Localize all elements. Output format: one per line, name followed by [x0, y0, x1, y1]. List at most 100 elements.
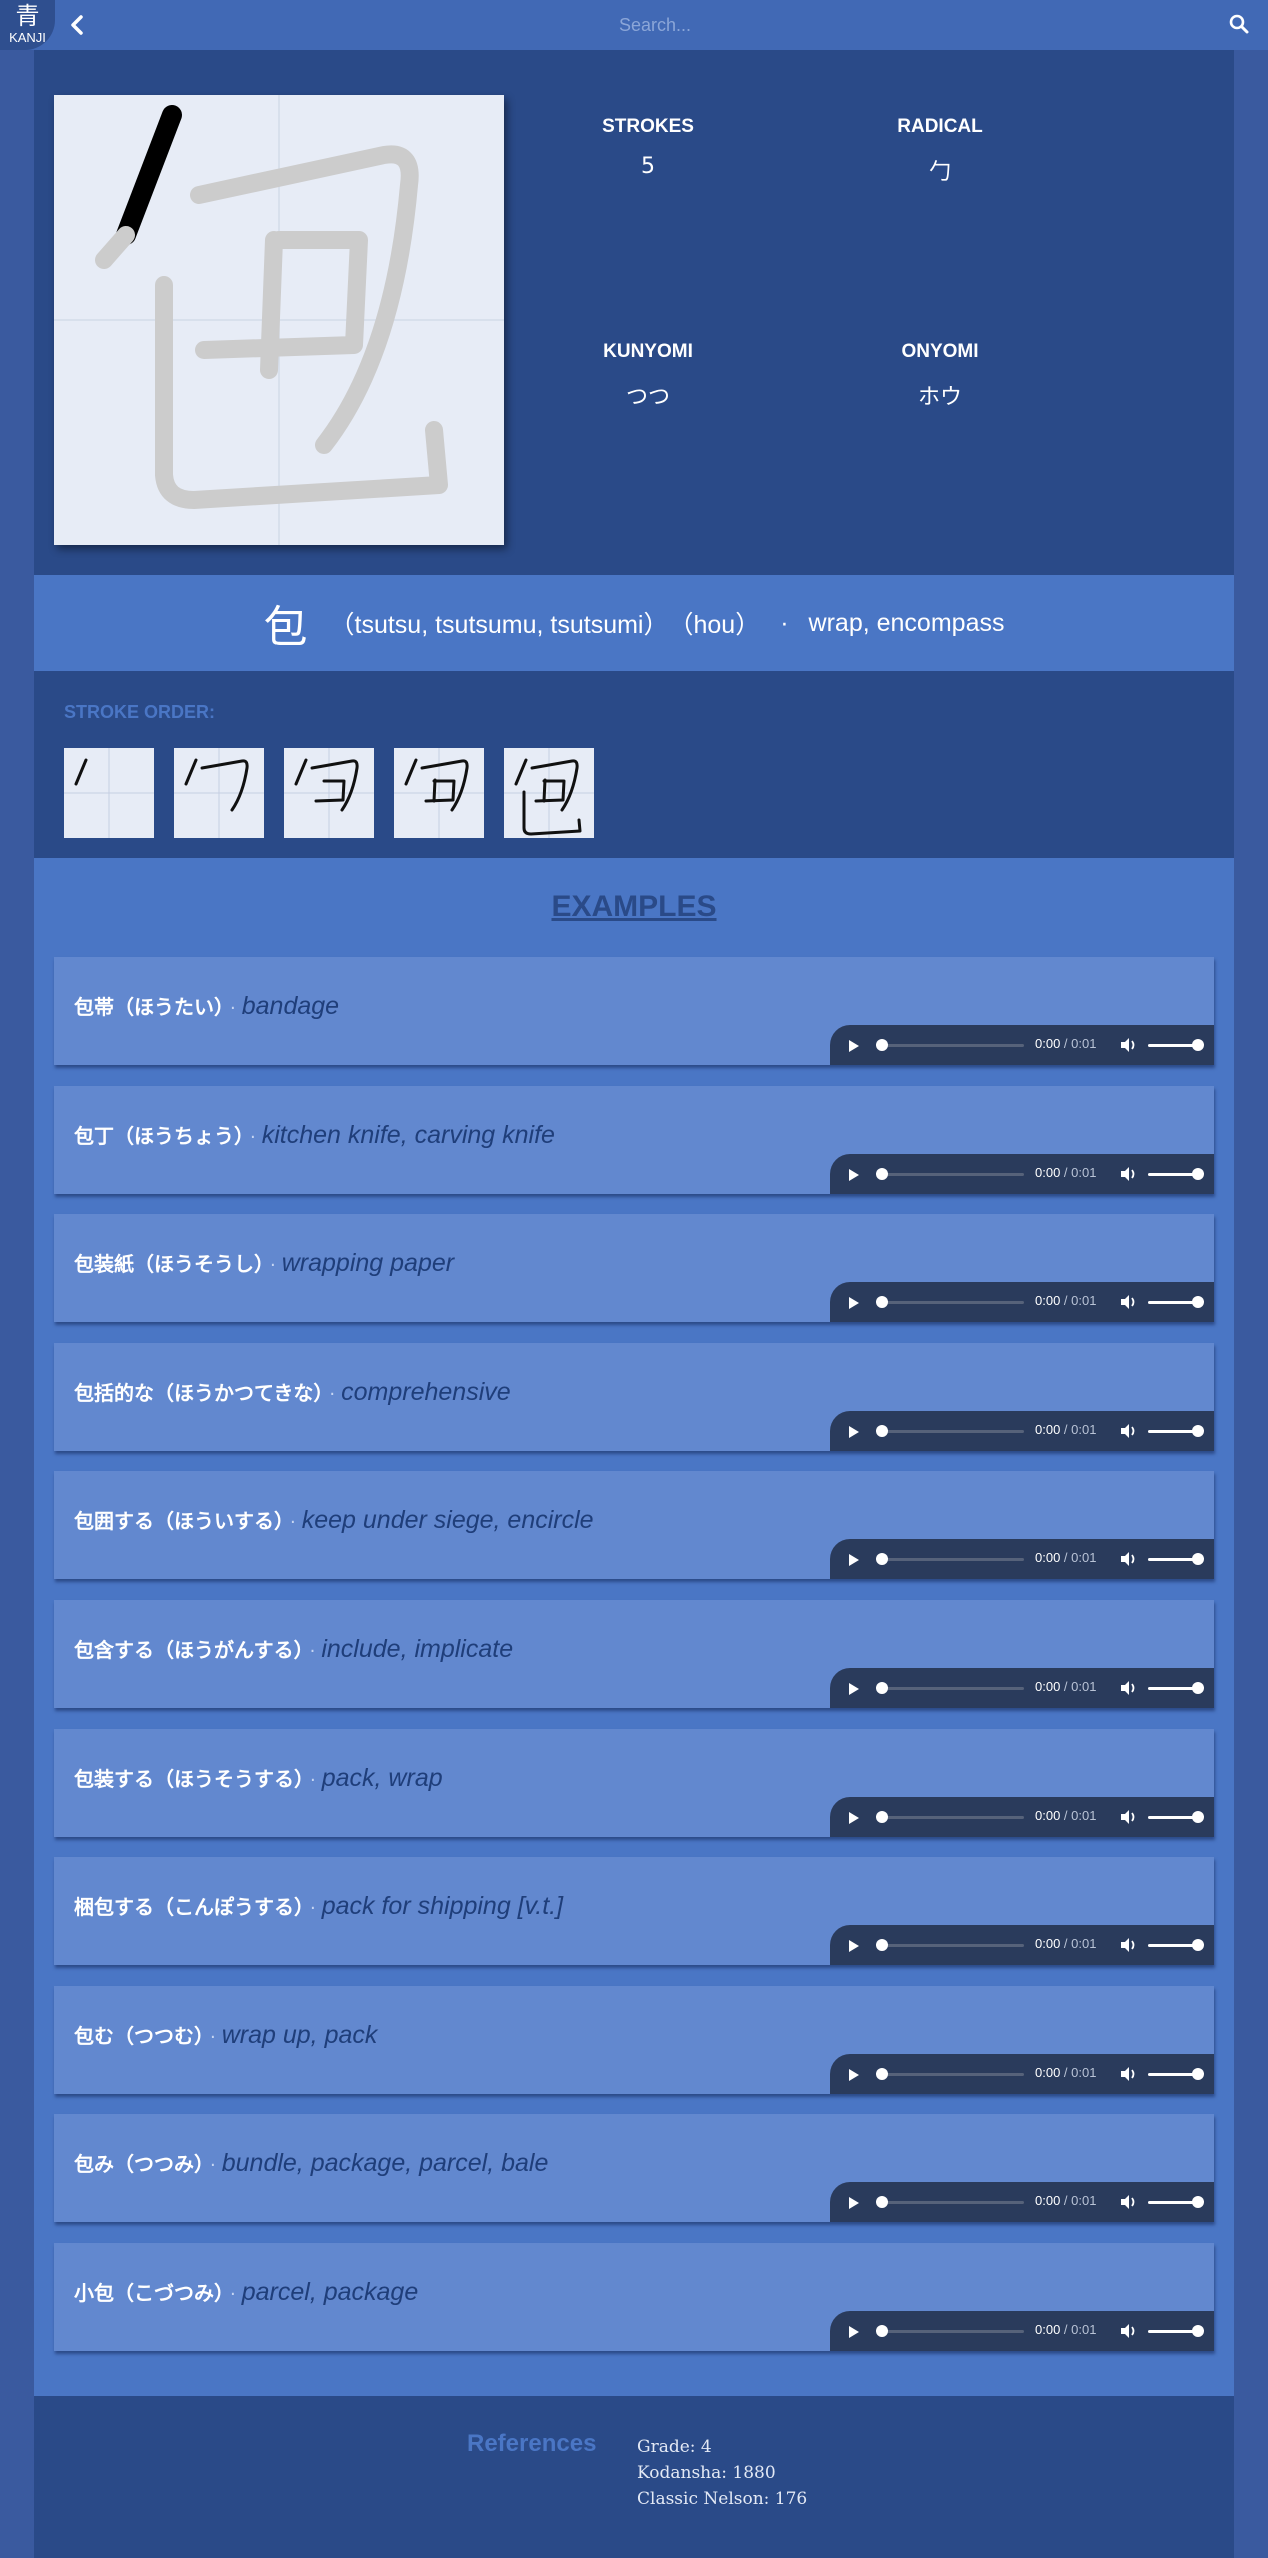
app-logo[interactable]: 青 KANJI [0, 0, 55, 50]
volume-slider[interactable] [1148, 1429, 1198, 1433]
volume-handle[interactable] [1192, 2325, 1204, 2337]
seek-bar[interactable] [880, 2330, 1024, 2333]
stroke-order-step [284, 748, 374, 838]
example-text: 梱包する（こんぽうする） · pack for shipping [v.t.] [74, 1891, 563, 1921]
volume-slider[interactable] [1148, 1944, 1198, 1948]
seek-handle[interactable] [876, 1167, 888, 1180]
play-icon[interactable] [844, 1937, 862, 1955]
volume-icon[interactable] [1118, 1807, 1138, 1827]
volume-handle[interactable] [1192, 1424, 1204, 1437]
volume-slider[interactable] [1148, 2201, 1198, 2205]
example-meaning: wrapping paper [281, 1249, 455, 1278]
logo-kanji: 青 [15, 2, 40, 30]
back-button[interactable] [62, 8, 92, 42]
volume-handle[interactable] [1192, 2196, 1204, 2209]
page-margin-right [1234, 50, 1268, 2558]
volume-icon[interactable] [1118, 1421, 1138, 1441]
seek-handle[interactable] [876, 1424, 888, 1437]
volume-slider[interactable] [1148, 1558, 1198, 1562]
summary-separator: · [780, 608, 789, 637]
radical-value: 勹 [928, 160, 951, 185]
example-separator: · [329, 1383, 336, 1405]
search-icon[interactable] [1228, 13, 1250, 35]
seek-bar[interactable] [880, 1558, 1024, 1562]
stroke-animation[interactable] [54, 95, 504, 545]
play-icon[interactable] [844, 2194, 862, 2212]
seek-bar[interactable] [880, 1301, 1024, 1305]
example-separator: · [210, 2155, 216, 2177]
stroke-order-step [174, 748, 264, 838]
seek-handle[interactable] [876, 1039, 888, 1051]
volume-icon[interactable] [1118, 2064, 1138, 2084]
play-icon[interactable] [844, 1294, 862, 1312]
seek-bar[interactable] [880, 2072, 1024, 2076]
volume-icon[interactable] [1118, 2321, 1138, 2341]
volume-handle[interactable] [1192, 2067, 1204, 2080]
play-icon[interactable] [844, 2323, 862, 2341]
example-separator: · [290, 1512, 296, 1534]
volume-slider[interactable] [1148, 1044, 1198, 1047]
seek-bar[interactable] [880, 2201, 1024, 2205]
volume-icon[interactable] [1118, 1678, 1138, 1698]
volume-slider[interactable] [1148, 1815, 1198, 1819]
audio-player: 0:00 / 0:01 [830, 1539, 1214, 1580]
seek-bar[interactable] [880, 1044, 1024, 1047]
seek-handle[interactable] [876, 2067, 888, 2080]
example-separator: · [250, 1126, 256, 1148]
play-icon[interactable] [844, 1680, 862, 1698]
seek-bar[interactable] [880, 1687, 1024, 1690]
example-word: 包括的な（ほうかつてきな） [74, 1380, 324, 1405]
page-margin-left [0, 50, 34, 2558]
play-icon[interactable] [844, 1037, 862, 1055]
seek-handle[interactable] [876, 1682, 888, 1694]
volume-slider[interactable] [1148, 2330, 1198, 2333]
time-current: 0:00 [1035, 2064, 1061, 2080]
volume-slider[interactable] [1148, 1172, 1198, 1176]
seek-handle[interactable] [876, 1939, 888, 1952]
volume-icon[interactable] [1118, 1164, 1138, 1184]
volume-icon[interactable] [1118, 1035, 1138, 1055]
time-current: 0:00 [1035, 1550, 1061, 1566]
play-icon[interactable] [844, 1551, 862, 1569]
volume-icon[interactable] [1118, 1292, 1138, 1312]
seek-handle[interactable] [876, 1296, 888, 1309]
seek-bar[interactable] [880, 1815, 1024, 1819]
example-word: 包帯（ほうたい） [74, 995, 224, 1019]
volume-handle[interactable] [1192, 1296, 1204, 1309]
radical-label: RADICAL [897, 116, 983, 137]
volume-slider[interactable] [1148, 1301, 1198, 1305]
example-card: 包む（つつむ） · wrap up, pack 0:00 / 0:01 [54, 1985, 1214, 2094]
time-divider: / [1060, 1293, 1072, 1309]
seek-bar[interactable] [880, 1944, 1024, 1948]
play-icon[interactable] [844, 1809, 862, 1827]
volume-handle[interactable] [1192, 1682, 1204, 1694]
volume-handle[interactable] [1192, 1810, 1204, 1823]
seek-handle[interactable] [876, 2325, 888, 2337]
volume-icon[interactable] [1118, 1935, 1138, 1955]
audio-player: 0:00 / 0:01 [830, 1925, 1214, 1966]
volume-handle[interactable] [1192, 1167, 1204, 1180]
seek-handle[interactable] [876, 1553, 888, 1566]
seek-handle[interactable] [876, 1810, 888, 1823]
volume-icon[interactable] [1118, 1549, 1138, 1569]
time-display: 0:00 / 0:01 [1035, 1679, 1096, 1694]
stroke-order-step [64, 748, 154, 838]
time-display: 0:00 / 0:01 [1035, 2065, 1096, 2080]
seek-handle[interactable] [876, 2196, 888, 2209]
example-card: 包帯（ほうたい） · bandage 0:00 / 0:01 [54, 957, 1214, 1065]
volume-icon[interactable] [1118, 2192, 1138, 2212]
volume-slider[interactable] [1148, 1687, 1198, 1690]
time-current: 0:00 [1035, 1679, 1061, 1694]
volume-handle[interactable] [1192, 1039, 1204, 1051]
volume-handle[interactable] [1192, 1939, 1204, 1952]
volume-slider[interactable] [1148, 2072, 1198, 2076]
seek-bar[interactable] [880, 1429, 1024, 1433]
volume-handle[interactable] [1192, 1553, 1204, 1566]
search-input[interactable] [110, 10, 1200, 40]
time-display: 0:00 / 0:01 [1035, 2322, 1096, 2337]
seek-bar[interactable] [880, 1172, 1024, 1176]
summary-on-readings: （hou） [668, 611, 761, 639]
play-icon[interactable] [844, 1166, 862, 1184]
play-icon[interactable] [844, 1423, 862, 1441]
play-icon[interactable] [844, 2066, 862, 2084]
